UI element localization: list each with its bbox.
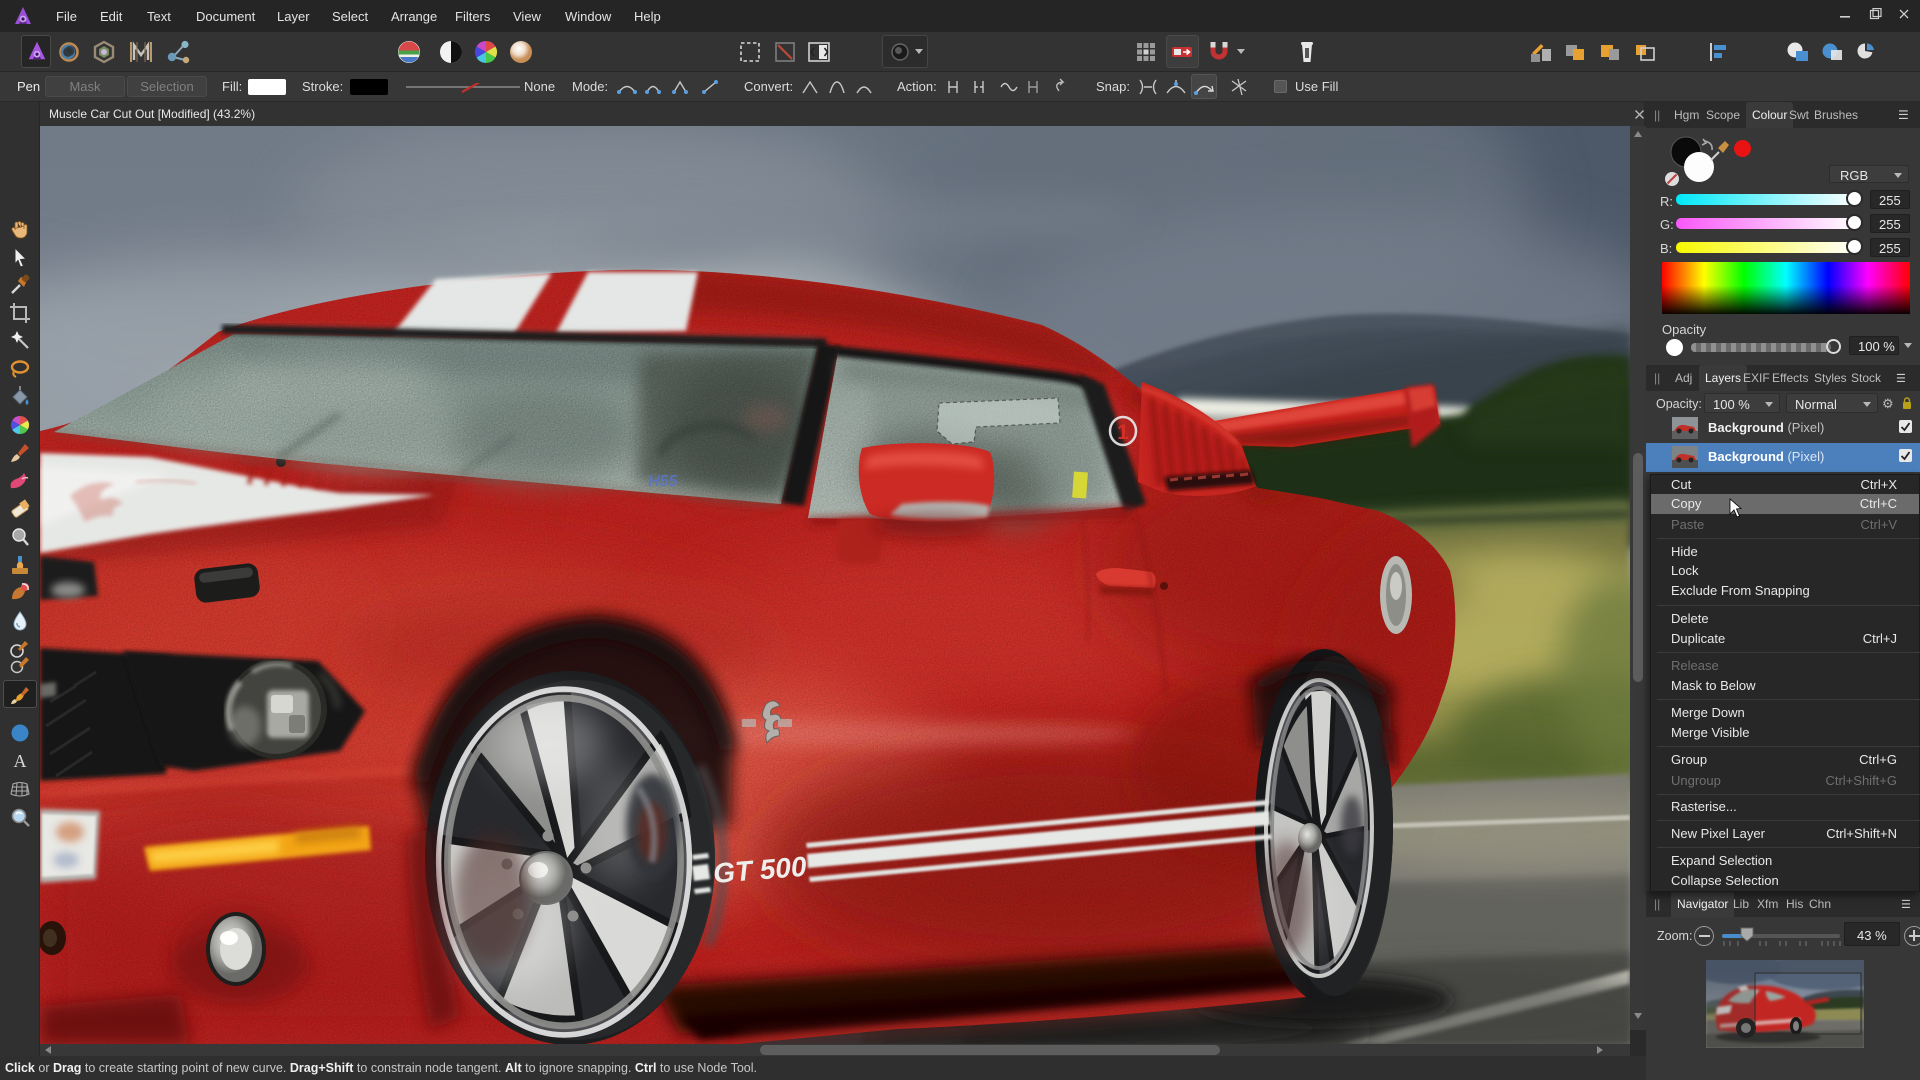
- svg-text:H55: H55: [648, 473, 678, 490]
- svg-text:A: A: [14, 751, 27, 771]
- svg-text:1: 1: [1117, 421, 1129, 444]
